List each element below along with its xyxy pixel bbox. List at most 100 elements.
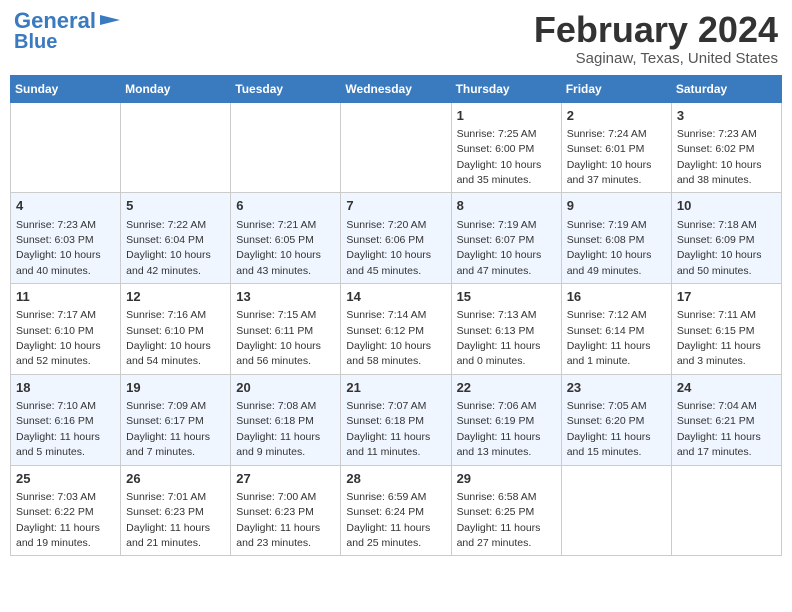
day-info: Sunrise: 7:14 AMSunset: 6:12 PMDaylight:… xyxy=(346,309,431,367)
location: Saginaw, Texas, United States xyxy=(534,50,778,67)
calendar-cell: 28 Sunrise: 6:59 AMSunset: 6:24 PMDaylig… xyxy=(341,465,451,556)
calendar-week-row: 1 Sunrise: 7:25 AMSunset: 6:00 PMDayligh… xyxy=(11,102,782,193)
day-number: 5 xyxy=(126,197,225,215)
day-number: 2 xyxy=(567,107,666,125)
calendar-cell: 14 Sunrise: 7:14 AMSunset: 6:12 PMDaylig… xyxy=(341,284,451,375)
day-number: 27 xyxy=(236,470,335,488)
weekday-header-saturday: Saturday xyxy=(671,75,781,102)
day-number: 24 xyxy=(677,379,776,397)
day-number: 17 xyxy=(677,288,776,306)
day-info: Sunrise: 7:07 AMSunset: 6:18 PMDaylight:… xyxy=(346,400,430,458)
calendar-cell: 12 Sunrise: 7:16 AMSunset: 6:10 PMDaylig… xyxy=(121,284,231,375)
day-info: Sunrise: 7:25 AMSunset: 6:00 PMDaylight:… xyxy=(457,128,542,186)
day-info: Sunrise: 7:23 AMSunset: 6:03 PMDaylight:… xyxy=(16,219,101,277)
month-title: February 2024 xyxy=(534,10,778,50)
day-info: Sunrise: 7:11 AMSunset: 6:15 PMDaylight:… xyxy=(677,309,761,367)
calendar-cell: 19 Sunrise: 7:09 AMSunset: 6:17 PMDaylig… xyxy=(121,374,231,465)
weekday-header-wednesday: Wednesday xyxy=(341,75,451,102)
day-info: Sunrise: 7:13 AMSunset: 6:13 PMDaylight:… xyxy=(457,309,541,367)
calendar-cell: 24 Sunrise: 7:04 AMSunset: 6:21 PMDaylig… xyxy=(671,374,781,465)
day-number: 12 xyxy=(126,288,225,306)
day-number: 8 xyxy=(457,197,556,215)
day-info: Sunrise: 6:59 AMSunset: 6:24 PMDaylight:… xyxy=(346,491,430,549)
weekday-header-thursday: Thursday xyxy=(451,75,561,102)
calendar-cell: 29 Sunrise: 6:58 AMSunset: 6:25 PMDaylig… xyxy=(451,465,561,556)
weekday-header-sunday: Sunday xyxy=(11,75,121,102)
calendar-cell: 3 Sunrise: 7:23 AMSunset: 6:02 PMDayligh… xyxy=(671,102,781,193)
day-info: Sunrise: 7:05 AMSunset: 6:20 PMDaylight:… xyxy=(567,400,651,458)
day-info: Sunrise: 7:03 AMSunset: 6:22 PMDaylight:… xyxy=(16,491,100,549)
calendar-week-row: 18 Sunrise: 7:10 AMSunset: 6:16 PMDaylig… xyxy=(11,374,782,465)
calendar-cell: 23 Sunrise: 7:05 AMSunset: 6:20 PMDaylig… xyxy=(561,374,671,465)
day-number: 3 xyxy=(677,107,776,125)
day-number: 25 xyxy=(16,470,115,488)
calendar-cell xyxy=(341,102,451,193)
weekday-header-tuesday: Tuesday xyxy=(231,75,341,102)
day-number: 14 xyxy=(346,288,445,306)
calendar-cell: 1 Sunrise: 7:25 AMSunset: 6:00 PMDayligh… xyxy=(451,102,561,193)
calendar-cell xyxy=(11,102,121,193)
day-info: Sunrise: 7:22 AMSunset: 6:04 PMDaylight:… xyxy=(126,219,211,277)
day-info: Sunrise: 7:17 AMSunset: 6:10 PMDaylight:… xyxy=(16,309,101,367)
day-info: Sunrise: 7:10 AMSunset: 6:16 PMDaylight:… xyxy=(16,400,100,458)
day-info: Sunrise: 7:06 AMSunset: 6:19 PMDaylight:… xyxy=(457,400,541,458)
calendar-cell xyxy=(561,465,671,556)
calendar-cell: 15 Sunrise: 7:13 AMSunset: 6:13 PMDaylig… xyxy=(451,284,561,375)
day-info: Sunrise: 7:00 AMSunset: 6:23 PMDaylight:… xyxy=(236,491,320,549)
day-number: 28 xyxy=(346,470,445,488)
logo-arrow-icon xyxy=(96,15,124,25)
day-number: 26 xyxy=(126,470,225,488)
day-info: Sunrise: 7:23 AMSunset: 6:02 PMDaylight:… xyxy=(677,128,762,186)
day-number: 18 xyxy=(16,379,115,397)
day-info: Sunrise: 7:18 AMSunset: 6:09 PMDaylight:… xyxy=(677,219,762,277)
logo: General Blue xyxy=(14,10,124,52)
day-info: Sunrise: 6:58 AMSunset: 6:25 PMDaylight:… xyxy=(457,491,541,549)
calendar-cell: 27 Sunrise: 7:00 AMSunset: 6:23 PMDaylig… xyxy=(231,465,341,556)
calendar-cell: 13 Sunrise: 7:15 AMSunset: 6:11 PMDaylig… xyxy=(231,284,341,375)
day-number: 11 xyxy=(16,288,115,306)
day-info: Sunrise: 7:20 AMSunset: 6:06 PMDaylight:… xyxy=(346,219,431,277)
day-info: Sunrise: 7:09 AMSunset: 6:17 PMDaylight:… xyxy=(126,400,210,458)
calendar-cell: 9 Sunrise: 7:19 AMSunset: 6:08 PMDayligh… xyxy=(561,193,671,284)
title-block: February 2024 Saginaw, Texas, United Sta… xyxy=(534,10,778,67)
calendar-cell: 25 Sunrise: 7:03 AMSunset: 6:22 PMDaylig… xyxy=(11,465,121,556)
calendar-cell: 11 Sunrise: 7:17 AMSunset: 6:10 PMDaylig… xyxy=(11,284,121,375)
calendar-cell xyxy=(671,465,781,556)
weekday-header-monday: Monday xyxy=(121,75,231,102)
calendar-cell: 6 Sunrise: 7:21 AMSunset: 6:05 PMDayligh… xyxy=(231,193,341,284)
calendar-cell: 4 Sunrise: 7:23 AMSunset: 6:03 PMDayligh… xyxy=(11,193,121,284)
day-number: 4 xyxy=(16,197,115,215)
day-info: Sunrise: 7:01 AMSunset: 6:23 PMDaylight:… xyxy=(126,491,210,549)
day-info: Sunrise: 7:12 AMSunset: 6:14 PMDaylight:… xyxy=(567,309,651,367)
calendar-header-row: SundayMondayTuesdayWednesdayThursdayFrid… xyxy=(11,75,782,102)
calendar-cell: 26 Sunrise: 7:01 AMSunset: 6:23 PMDaylig… xyxy=(121,465,231,556)
day-number: 7 xyxy=(346,197,445,215)
calendar-cell: 22 Sunrise: 7:06 AMSunset: 6:19 PMDaylig… xyxy=(451,374,561,465)
day-number: 13 xyxy=(236,288,335,306)
day-number: 9 xyxy=(567,197,666,215)
calendar-cell: 21 Sunrise: 7:07 AMSunset: 6:18 PMDaylig… xyxy=(341,374,451,465)
day-number: 6 xyxy=(236,197,335,215)
calendar-cell: 8 Sunrise: 7:19 AMSunset: 6:07 PMDayligh… xyxy=(451,193,561,284)
logo-blue-text: Blue xyxy=(14,32,57,52)
day-number: 1 xyxy=(457,107,556,125)
day-info: Sunrise: 7:21 AMSunset: 6:05 PMDaylight:… xyxy=(236,219,321,277)
calendar-cell: 17 Sunrise: 7:11 AMSunset: 6:15 PMDaylig… xyxy=(671,284,781,375)
day-number: 16 xyxy=(567,288,666,306)
calendar-cell: 7 Sunrise: 7:20 AMSunset: 6:06 PMDayligh… xyxy=(341,193,451,284)
calendar-week-row: 25 Sunrise: 7:03 AMSunset: 6:22 PMDaylig… xyxy=(11,465,782,556)
day-info: Sunrise: 7:24 AMSunset: 6:01 PMDaylight:… xyxy=(567,128,652,186)
calendar-cell: 18 Sunrise: 7:10 AMSunset: 6:16 PMDaylig… xyxy=(11,374,121,465)
calendar-cell xyxy=(231,102,341,193)
calendar-week-row: 11 Sunrise: 7:17 AMSunset: 6:10 PMDaylig… xyxy=(11,284,782,375)
day-info: Sunrise: 7:15 AMSunset: 6:11 PMDaylight:… xyxy=(236,309,321,367)
day-number: 21 xyxy=(346,379,445,397)
day-number: 10 xyxy=(677,197,776,215)
day-number: 23 xyxy=(567,379,666,397)
logo-text: General xyxy=(14,10,96,32)
day-number: 15 xyxy=(457,288,556,306)
calendar-cell xyxy=(121,102,231,193)
day-number: 22 xyxy=(457,379,556,397)
day-info: Sunrise: 7:04 AMSunset: 6:21 PMDaylight:… xyxy=(677,400,761,458)
weekday-header-friday: Friday xyxy=(561,75,671,102)
